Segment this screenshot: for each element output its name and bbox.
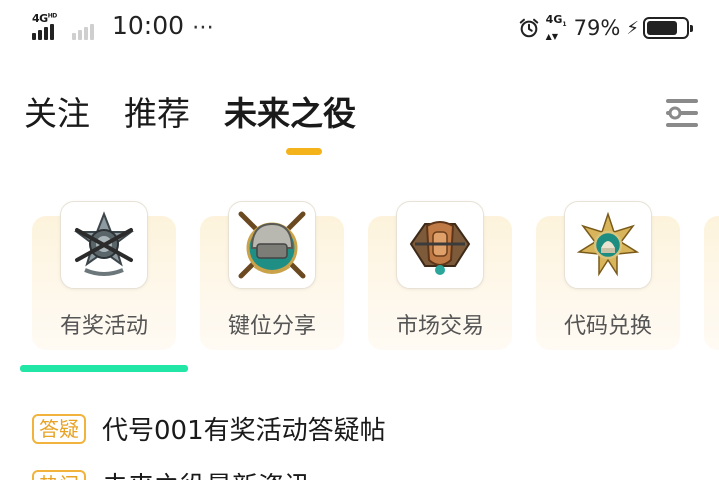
post-title: 代号001有奖活动答疑帖 bbox=[102, 416, 386, 446]
battery-percent: 79% bbox=[573, 16, 621, 41]
cell-signal-2-icon bbox=[72, 12, 100, 40]
category-card-rewards[interactable]: 有奖活动 bbox=[32, 201, 176, 350]
category-label: 有奖活动 bbox=[59, 314, 148, 339]
status-left: 4GHD 10:00 ⋯ bbox=[32, 12, 215, 40]
bronze-shield-emblem-icon bbox=[396, 201, 484, 289]
status-bar: 4GHD 10:00 ⋯ 4G1 ▲▼ 79% ⚡ bbox=[0, 0, 719, 58]
post-tag: 答疑 bbox=[32, 413, 86, 444]
charging-icon: ⚡ bbox=[626, 17, 639, 39]
category-card-keymap[interactable]: 键位分享 bbox=[200, 201, 344, 350]
post-item[interactable]: 热门 未来之役最新资讯 bbox=[32, 466, 310, 480]
menu-settings-icon[interactable] bbox=[664, 96, 700, 130]
more-notifications-icon: ⋯ bbox=[192, 15, 216, 40]
active-tab-indicator bbox=[286, 148, 322, 155]
category-label: 键位分享 bbox=[227, 314, 316, 339]
crossed-rifles-emblem-icon bbox=[60, 201, 148, 289]
network-hd: HD bbox=[47, 12, 58, 20]
category-card-next[interactable] bbox=[704, 216, 719, 350]
category-row: 有奖活动 键位分享 市场交易 代码兑换 bbox=[32, 200, 719, 350]
category-scroll-indicator bbox=[20, 365, 188, 372]
clock: 10:00 bbox=[112, 11, 185, 40]
gold-star-emblem-icon bbox=[564, 201, 652, 289]
top-tabs: 关注 推荐 未来之役 bbox=[24, 92, 356, 136]
post-title: 未来之役最新资讯 bbox=[102, 466, 310, 480]
post-item[interactable]: 答疑 代号001有奖活动答疑帖 bbox=[32, 410, 386, 447]
category-label: 市场交易 bbox=[395, 314, 484, 339]
alarm-icon bbox=[519, 18, 538, 38]
tab-following[interactable]: 关注 bbox=[24, 92, 90, 136]
battery-icon bbox=[643, 17, 693, 40]
category-card-market[interactable]: 市场交易 bbox=[368, 201, 512, 350]
cell-signal-icon: 4GHD bbox=[32, 12, 64, 40]
network-4g-icon: 4G1 ▲▼ bbox=[545, 13, 567, 42]
tab-recommended[interactable]: 推荐 bbox=[124, 92, 190, 136]
post-tag: 热门 bbox=[32, 469, 86, 480]
battery-fill bbox=[647, 21, 678, 36]
tab-future-battle[interactable]: 未来之役 bbox=[224, 92, 356, 136]
helmet-crossed-rifles-emblem-icon bbox=[228, 201, 316, 289]
status-right: 4G1 ▲▼ 79% ⚡ bbox=[518, 13, 693, 42]
category-card-codes[interactable]: 代码兑换 bbox=[536, 201, 680, 350]
category-label: 代码兑换 bbox=[563, 314, 652, 339]
